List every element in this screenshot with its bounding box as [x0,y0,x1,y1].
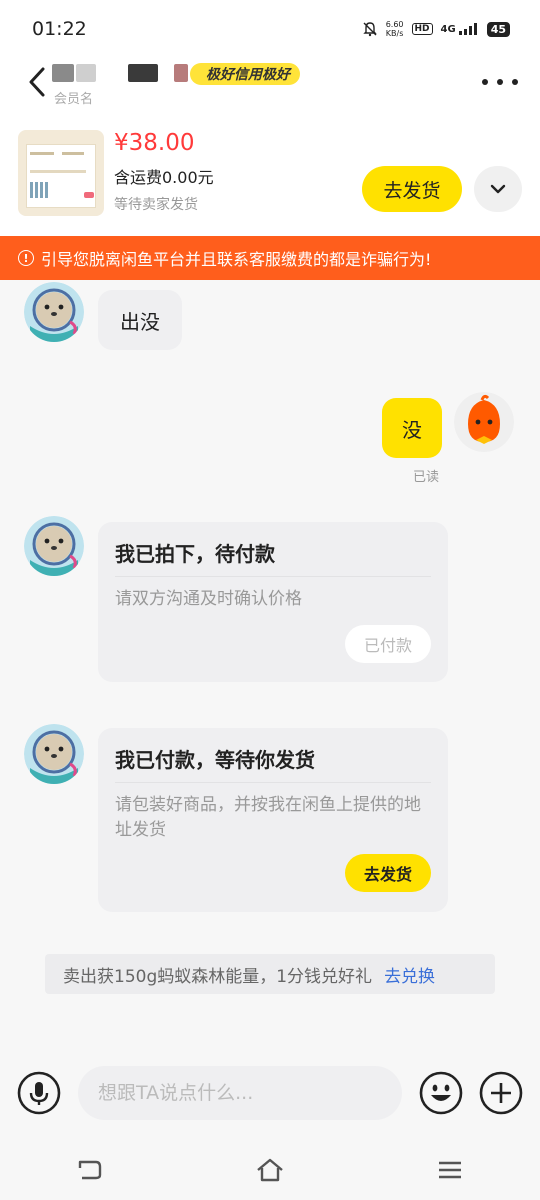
system-menu-button[interactable] [430,1150,470,1190]
microphone-icon [17,1071,61,1115]
read-receipt: 已读 [413,470,440,485]
message-input-bar [0,1060,540,1128]
thumbnail-line [62,152,84,155]
hd-icon: HD [411,23,433,35]
expand-button[interactable] [474,166,522,212]
chevron-down-icon [490,184,506,194]
message-input[interactable] [78,1066,402,1120]
card-title: 我已拍下，待付款 [115,542,275,566]
message-bubble-out[interactable]: 没 [382,398,442,458]
redeem-link[interactable]: 去兑换 [384,962,435,987]
menu-icon [439,1161,461,1179]
exclamation-icon: ! [18,250,34,266]
return-icon [78,1160,102,1180]
card-description: 请包装好商品，并按我在闲鱼上提供的地址发货 [115,795,421,840]
thumbnail-tag [84,192,94,198]
chevron-left-icon [29,67,45,97]
ship-button[interactable]: 去发货 [345,854,431,892]
seller-avatar[interactable] [454,392,514,452]
mute-bell-icon [362,21,378,37]
speed-value: 6.60 [385,20,404,29]
seal-avatar-icon [24,516,84,576]
promo-text: 卖出获150g蚂蚁森林能量，1分钱兑好礼 [63,966,373,987]
name-redacted-4 [174,64,188,82]
card-divider [115,782,431,783]
home-icon [257,1158,283,1182]
back-button[interactable] [22,64,52,100]
voice-button[interactable] [17,1071,61,1115]
fraud-warning-banner: ! 引导您脱离闲鱼平台并且联系客服缴费的都是诈骗行为! [0,236,540,280]
smiley-icon [419,1071,463,1115]
system-home-button[interactable] [250,1150,290,1190]
emoji-button[interactable] [419,1071,463,1115]
name-redacted-3 [128,64,158,82]
warning-text: 引导您脱离闲鱼平台并且联系客服缴费的都是诈骗行为! [41,250,432,269]
order-card-paid[interactable]: 我已付款，等待你发货 请包装好商品，并按我在闲鱼上提供的地址发货 去发货 [98,728,448,912]
product-thumbnail[interactable] [18,130,104,216]
buyer-avatar[interactable] [24,724,84,784]
product-card[interactable]: ¥38.00 含运费0.00元 等待卖家发货 去发货 [0,120,540,236]
product-price: ¥38.00 [114,130,195,156]
buyer-avatar[interactable] [24,516,84,576]
network-type: 4G [440,23,456,35]
thumbnail-line [30,170,86,173]
buyer-avatar[interactable] [24,282,84,342]
dot-icon [497,79,503,85]
status-icons: 6.60 KB/s HD 4G 45 [362,20,510,38]
dot-icon [512,79,518,85]
seal-avatar-icon [24,282,84,342]
credit-badge: 极好信用极好 [190,63,300,85]
order-status: 等待卖家发货 [114,197,198,213]
system-back-button[interactable] [70,1150,110,1190]
shipping-fee: 含运费0.00元 [114,168,214,187]
dot-icon [482,79,488,85]
card-title: 我已付款，等待你发货 [115,748,315,772]
system-nav-bar [0,1140,540,1200]
order-card-pending-payment[interactable]: 我已拍下，待付款 请双方沟通及时确认价格 已付款 [98,522,448,682]
seal-avatar-icon [24,724,84,784]
signal-icon: 4G [441,23,479,35]
message-bubble-in[interactable]: 出没 [98,290,182,350]
network-speed: 6.60 KB/s [386,20,404,38]
battery-icon: 45 [486,21,510,37]
name-redacted-2 [76,64,96,82]
chat-header: 极好信用极好 会员名 [0,58,540,120]
promo-banner: 卖出获150g蚂蚁森林能量，1分钱兑好礼 去兑换 [45,954,495,994]
paid-button[interactable]: 已付款 [345,625,431,663]
thumbnail-grid [30,182,50,198]
more-actions-button[interactable] [479,1071,523,1115]
plus-icon [479,1071,523,1115]
card-divider [115,576,431,577]
card-description: 请双方沟通及时确认价格 [115,589,302,609]
fish-mascot-icon [454,392,514,452]
more-options-button[interactable] [482,70,518,94]
status-bar: 01:22 6.60 KB/s HD 4G 45 [0,0,540,58]
name-redacted-1 [52,64,74,82]
status-time: 01:22 [32,18,87,40]
thumbnail-line [30,152,54,155]
member-label: 会员名 [54,92,94,107]
speed-unit: KB/s [385,29,404,38]
ship-button[interactable]: 去发货 [362,166,462,212]
